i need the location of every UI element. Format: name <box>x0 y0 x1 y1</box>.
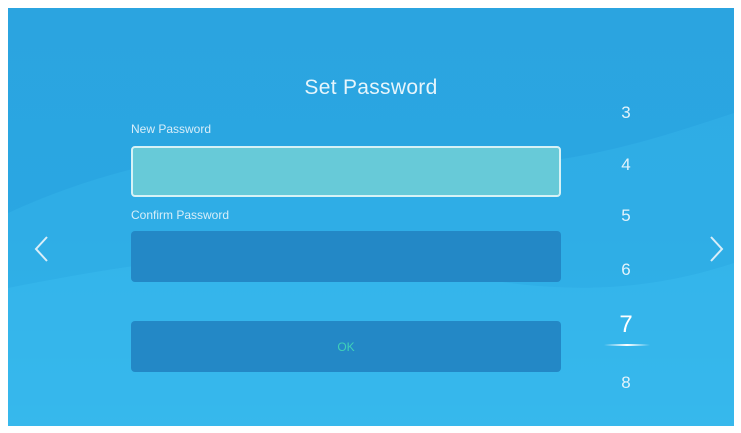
set-password-screen: Set Password New Password Confirm Passwo… <box>8 8 734 426</box>
picker-digit[interactable]: 6 <box>606 260 646 280</box>
picker-digit[interactable]: 8 <box>606 373 646 393</box>
picker-digit[interactable]: 4 <box>606 155 646 175</box>
picker-digit-selected[interactable]: 7 <box>606 311 646 339</box>
chevron-right-icon[interactable] <box>706 234 726 264</box>
confirm-password-label: Confirm Password <box>131 208 230 222</box>
confirm-password-field[interactable] <box>131 231 561 282</box>
selected-digit-underline <box>604 344 650 346</box>
new-password-field[interactable] <box>131 146 561 197</box>
chevron-left-icon[interactable] <box>32 234 52 264</box>
page-title: Set Password <box>304 76 438 99</box>
new-password-label: New Password <box>131 122 212 136</box>
ok-button[interactable]: OK <box>131 321 561 372</box>
ok-button-label: OK <box>337 339 355 354</box>
picker-digit[interactable]: 3 <box>606 103 646 123</box>
picker-digit[interactable]: 5 <box>606 206 646 226</box>
